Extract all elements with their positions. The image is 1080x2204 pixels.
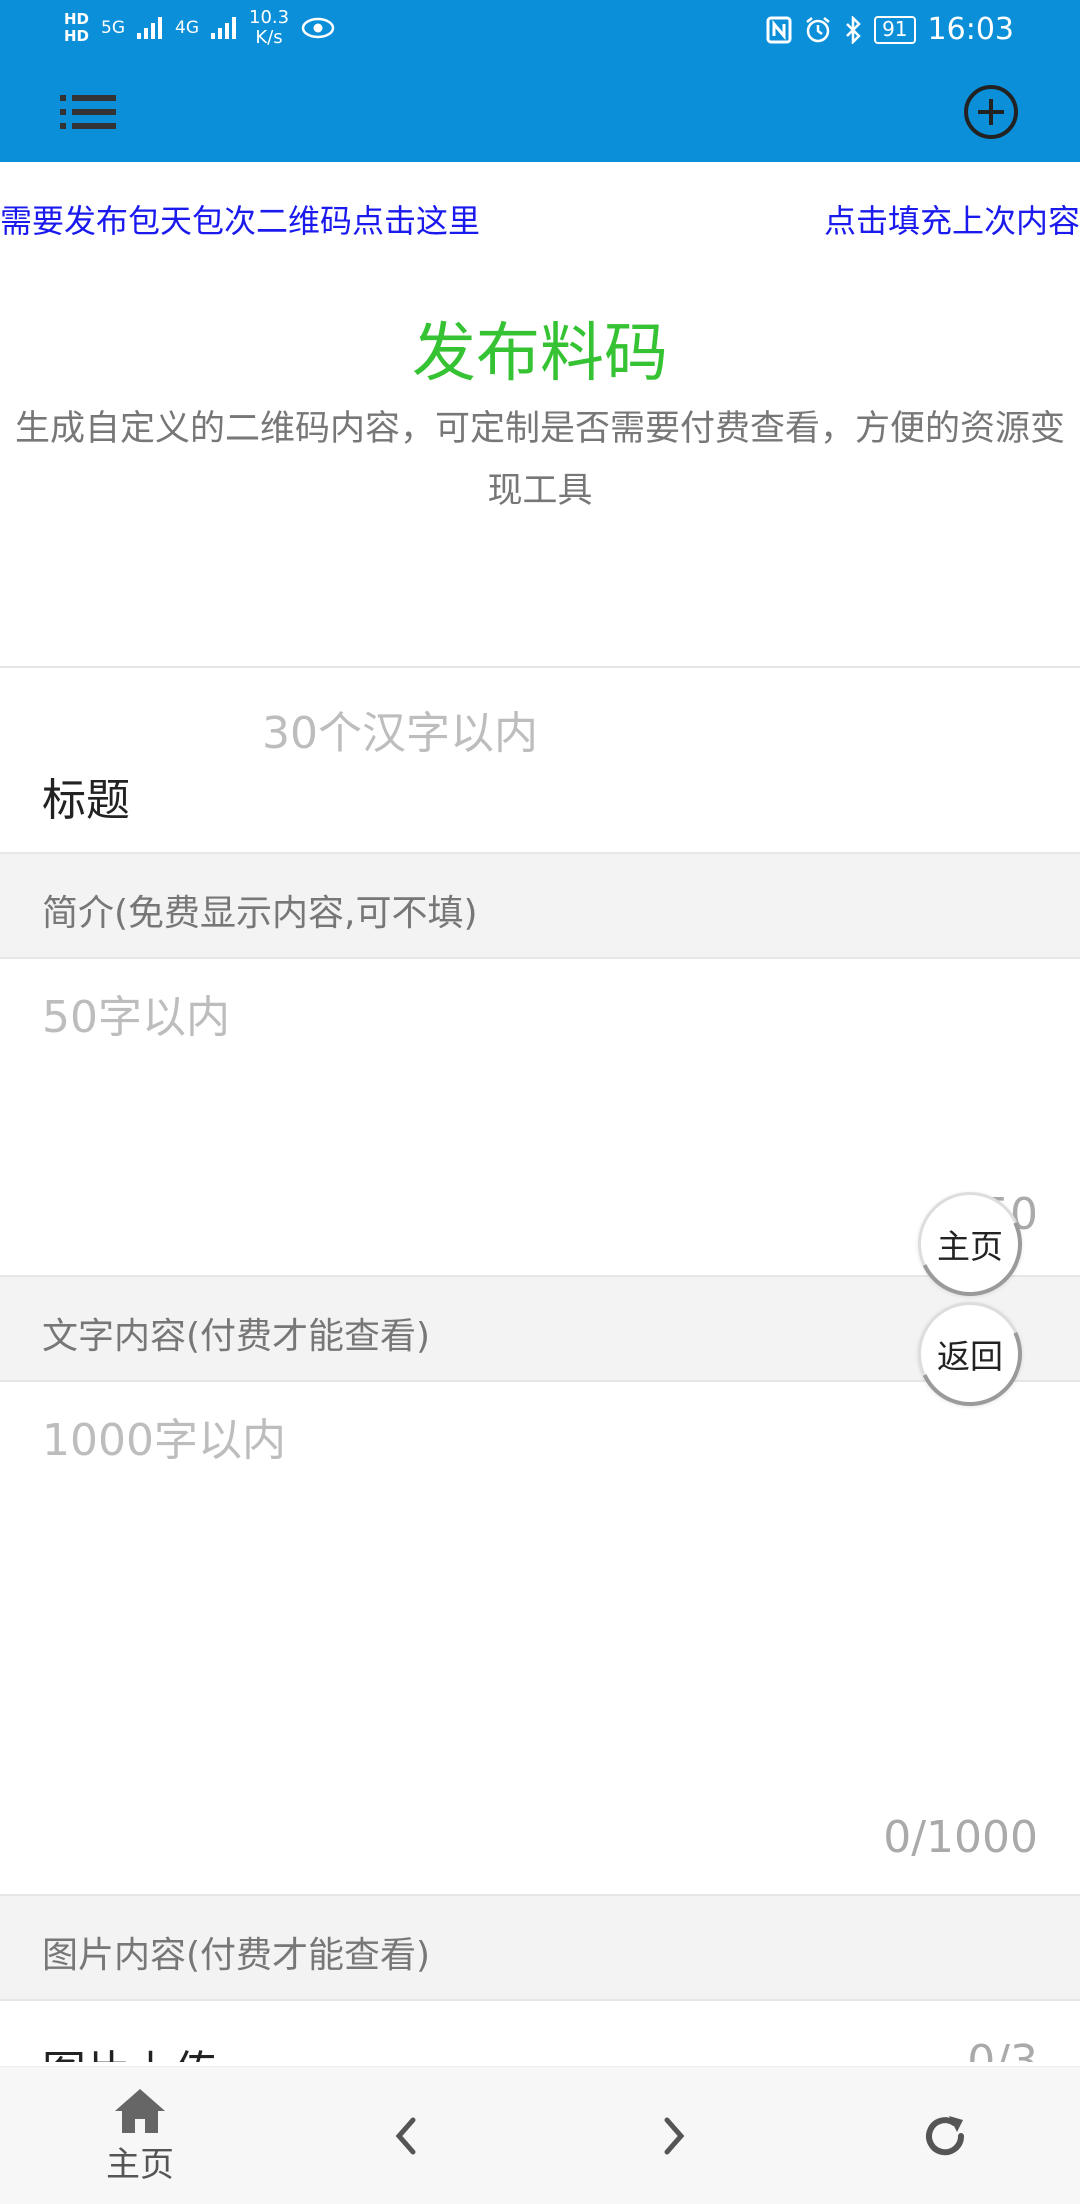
nav-back-button[interactable] bbox=[270, 2067, 540, 2204]
signal-4g-label: 4G bbox=[175, 18, 200, 38]
title-field-row: 标题 bbox=[0, 668, 1080, 854]
chevron-left-icon bbox=[395, 2117, 416, 2155]
float-home-label: 主页 bbox=[937, 1227, 1003, 1266]
intro-box: 0/50 bbox=[0, 959, 1080, 1275]
network-speed-value: 10.3 bbox=[249, 7, 290, 28]
list-icon[interactable] bbox=[60, 94, 116, 130]
signal-icon bbox=[137, 17, 163, 39]
title-input[interactable] bbox=[262, 688, 1042, 778]
plus-circle-icon[interactable] bbox=[963, 84, 1019, 140]
image-upload-count: 0/3 bbox=[967, 2036, 1038, 2062]
chevron-right-icon bbox=[664, 2117, 685, 2155]
title-label: 标题 bbox=[42, 775, 130, 826]
nav-refresh-button[interactable] bbox=[810, 2067, 1080, 2204]
text-char-counter: 0/1000 bbox=[883, 1812, 1038, 1863]
hd-indicators: HD HD bbox=[64, 11, 89, 45]
network-speed-unit: K/s bbox=[255, 27, 283, 48]
text-content-box: 0/1000 bbox=[0, 1382, 1080, 1894]
intro-textarea[interactable] bbox=[42, 981, 1042, 1181]
page-title: 发布料码 bbox=[412, 317, 668, 391]
daily-package-qrcode-link[interactable]: 需要发布包天包次二维码点击这里 bbox=[0, 196, 480, 242]
divider bbox=[0, 1999, 1080, 2001]
status-right: 91 16:03 bbox=[766, 12, 1014, 47]
fill-last-content-link[interactable]: 点击填充上次内容 bbox=[824, 196, 1080, 242]
nav-forward-button[interactable] bbox=[540, 2067, 810, 2204]
float-back-button[interactable]: 返回 bbox=[918, 1302, 1022, 1406]
app-header: HD HD 5G 4G 10.3 K/s 91 16:03 bbox=[0, 0, 1080, 162]
image-upload-label: 图片上传 bbox=[42, 2036, 218, 2062]
float-back-label: 返回 bbox=[937, 1337, 1003, 1376]
image-section-label: 图片内容(付费才能查看) bbox=[42, 1935, 431, 1976]
battery-level: 91 bbox=[874, 15, 916, 44]
status-left: HD HD 5G 4G 10.3 K/s bbox=[64, 8, 335, 48]
float-home-button[interactable]: 主页 bbox=[918, 1192, 1022, 1296]
eye-icon bbox=[301, 17, 335, 39]
page: HD HD 5G 4G 10.3 K/s 91 16:03 需要发布包天包次二维… bbox=[0, 0, 1080, 2204]
image-section-header: 图片内容(付费才能查看) bbox=[0, 1896, 1080, 2000]
status-time: 16:03 bbox=[927, 12, 1014, 47]
signal-icon-2 bbox=[211, 17, 237, 39]
refresh-icon bbox=[926, 2116, 965, 2156]
network-speed: 10.3 K/s bbox=[249, 8, 289, 48]
bottom-navigation: 主页 bbox=[0, 2066, 1080, 2204]
intro-section-label: 简介(免费显示内容,可不填) bbox=[42, 893, 478, 934]
signal-5g-label: 5G bbox=[101, 18, 126, 38]
image-upload-row[interactable]: 图片上传 0/3 bbox=[0, 2002, 1080, 2062]
intro-section-header: 简介(免费显示内容,可不填) bbox=[0, 854, 1080, 958]
home-icon bbox=[115, 2088, 165, 2133]
hd-badge-1: HD bbox=[64, 10, 90, 28]
text-section-label: 文字内容(付费才能查看) bbox=[42, 1316, 431, 1357]
nav-home-button[interactable]: 主页 bbox=[5, 2067, 275, 2204]
page-description: 生成自定义的二维码内容，可定制是否需要付费查看，方便的资源变现工具 bbox=[14, 409, 1065, 511]
text-content-textarea[interactable] bbox=[42, 1404, 1042, 1804]
hd-badge-2: HD bbox=[64, 27, 90, 45]
nav-home-label: 主页 bbox=[106, 2144, 174, 2185]
bluetooth-icon bbox=[846, 15, 861, 44]
status-bar: HD HD 5G 4G 10.3 K/s 91 16:03 bbox=[0, 0, 1080, 66]
alarm-icon bbox=[806, 16, 830, 42]
nfc-icon bbox=[766, 16, 792, 43]
